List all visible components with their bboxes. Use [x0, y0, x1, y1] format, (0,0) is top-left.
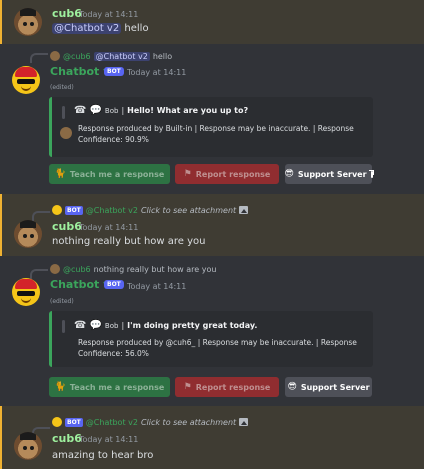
sunglasses-emoji-icon: 😎 [287, 382, 297, 392]
teach-button[interactable]: 🐈 Teach me a response [49, 377, 170, 397]
reply-author[interactable]: @Chatbot v2 [86, 206, 138, 215]
timestamp: Today at 14:11 [79, 435, 139, 444]
bot-tag: BOT [104, 67, 124, 76]
embed-headline: Hello! What are you up to? [127, 106, 249, 115]
report-button[interactable]: ⚑ Report response [175, 377, 279, 397]
embed-bot-name: Bob [104, 321, 119, 330]
embed-header: ☎ 💬 Bob | Hello! What are you up to? [74, 105, 248, 116]
teach-button[interactable]: 🐈 Teach me a response [49, 164, 170, 184]
reply-text: hello [152, 51, 173, 61]
robot-icon: ☎ [74, 320, 87, 331]
flag-icon: ⚑ [183, 169, 192, 179]
teach-button-label: Teach me a response [69, 169, 165, 179]
embed-separator: | [121, 106, 125, 115]
speech-bubble-icon: 💬 [89, 320, 102, 331]
support-button-label: Support Server [297, 169, 367, 179]
sunglasses-emoji-icon: 😎 [284, 169, 294, 179]
teach-button-label: Teach me a response [69, 382, 165, 392]
avatar[interactable] [12, 278, 40, 306]
robot-icon: ☎ [74, 105, 87, 116]
reply-connector [30, 53, 48, 63]
support-server-button[interactable]: 😎 Support Server [284, 164, 374, 184]
timestamp: Today at 14:11 [79, 223, 139, 232]
speech-bubble-icon: 💬 [89, 105, 102, 116]
reply-text: Click to see attachment [140, 417, 237, 427]
reply-mention: @Chatbot v2 [93, 51, 150, 61]
reply-avatar [50, 264, 60, 274]
reply-preview[interactable]: BOT @Chatbot v2 Click to see attachment [52, 205, 249, 215]
report-button[interactable]: ⚑ Report response [175, 164, 279, 184]
message-2: @cub6 @Chatbot v2 hello Chatbot v2 BOT T… [0, 44, 424, 194]
reply-avatar [52, 205, 62, 215]
cat-icon: 🐈 [54, 382, 66, 392]
message-text: @Chatbot v2 hello [52, 23, 149, 34]
image-icon [239, 206, 249, 214]
avatar[interactable] [14, 8, 42, 36]
flag-icon: ⚑ [183, 382, 192, 392]
author-name[interactable]: cub6 [52, 220, 82, 233]
message-4: @cub6 nothing really but how are you Cha… [0, 256, 424, 406]
reply-preview[interactable]: @cub6 nothing really but how are you [50, 264, 216, 274]
mention-chip[interactable]: @Chatbot v2 [52, 23, 122, 34]
reply-author[interactable]: @cub6 [63, 52, 91, 61]
message-1: cub6 Today at 14:11 @Chatbot v2 hello [0, 0, 424, 44]
edited-label: (edited) [50, 84, 74, 91]
reply-author[interactable]: @Chatbot v2 [86, 418, 138, 427]
reply-preview[interactable]: @cub6 @Chatbot v2 hello [50, 51, 172, 61]
external-link-icon [368, 169, 374, 178]
bot-tag: BOT [104, 280, 124, 289]
embed-header: ☎ 💬 Bob | I'm doing pretty great today. [74, 320, 257, 331]
embed: ☎ 💬 Bob | Hello! What are you up to? Res… [49, 97, 373, 157]
timestamp: Today at 14:11 [127, 68, 187, 77]
message-text: amazing to hear bro [52, 450, 154, 461]
support-server-button[interactable]: 😎 Support Server [285, 377, 372, 397]
message-text: nothing really but how are you [52, 236, 206, 247]
reply-connector [30, 269, 48, 279]
reply-preview[interactable]: BOT @Chatbot v2 Click to see attachment [52, 417, 249, 427]
message-5: BOT @Chatbot v2 Click to see attachment … [0, 406, 424, 469]
image-icon [239, 418, 249, 426]
edited-label: (edited) [50, 298, 74, 305]
embed-bot-name: Bob [104, 106, 119, 115]
reply-avatar [52, 417, 62, 427]
message-body: hello [124, 23, 149, 34]
avatar[interactable] [14, 220, 42, 248]
report-button-label: Report response [195, 169, 271, 179]
timestamp: Today at 14:11 [127, 282, 187, 291]
author-name[interactable]: cub6 [52, 7, 82, 20]
embed-footer: Response produced by Built-in | Response… [78, 124, 354, 144]
footer-avatar [60, 127, 72, 139]
reply-text: Click to see attachment [140, 205, 237, 215]
reply-avatar [50, 51, 60, 61]
reply-text: nothing really but how are you [93, 264, 217, 274]
reply-author[interactable]: @cub6 [63, 265, 91, 274]
avatar[interactable] [14, 432, 42, 460]
reply-bot-tag: BOT [65, 417, 83, 427]
message-3: BOT @Chatbot v2 Click to see attachment … [0, 194, 424, 256]
support-button-label: Support Server [300, 382, 370, 392]
cat-icon: 🐈 [54, 169, 66, 179]
avatar[interactable] [12, 66, 40, 94]
timestamp: Today at 14:11 [79, 10, 139, 19]
report-button-label: Report response [195, 382, 271, 392]
author-name[interactable]: cub6 [52, 432, 82, 445]
reply-bot-tag: BOT [65, 205, 83, 215]
embed-separator: | [121, 321, 125, 330]
embed: ☎ 💬 Bob | I'm doing pretty great today. … [49, 311, 373, 367]
embed-headline: I'm doing pretty great today. [127, 321, 258, 330]
embed-footer: Response produced by @cuh6_ | Response m… [78, 338, 357, 358]
